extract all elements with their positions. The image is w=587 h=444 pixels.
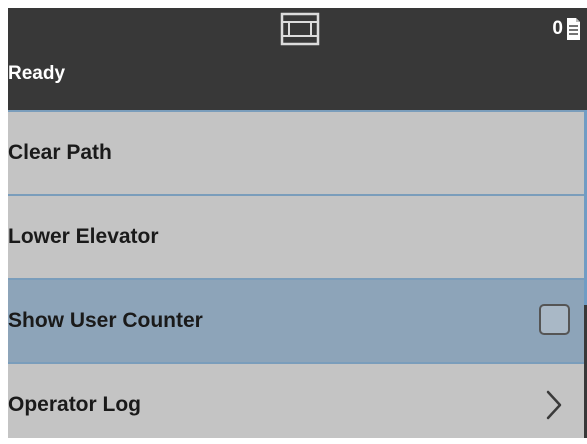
document-icon (567, 18, 580, 40)
menu-item-label: Show User Counter (8, 309, 203, 332)
page-counter-value: 0 (552, 18, 563, 39)
scanner-screen: 0 Ready Clear Path Lower Elevator Show U… (8, 8, 587, 438)
menu-item-show-user-counter[interactable]: Show User Counter (8, 278, 584, 362)
chevron-right-icon (546, 390, 562, 420)
menu-item-lower-elevator[interactable]: Lower Elevator (8, 194, 584, 278)
status-bar: 0 Ready (8, 8, 587, 110)
menu-item-label: Operator Log (8, 393, 142, 416)
menu-item-clear-path[interactable]: Clear Path (8, 110, 584, 194)
menu-item-label: Clear Path (8, 141, 112, 164)
menu-item-operator-log[interactable]: Operator Log (8, 362, 584, 438)
show-user-counter-checkbox[interactable] (539, 304, 570, 335)
menu-list: Clear Path Lower Elevator Show User Coun… (8, 110, 587, 438)
scanner-icon (280, 12, 320, 46)
menu-item-label: Lower Elevator (8, 225, 159, 248)
status-text: Ready (8, 63, 66, 84)
page-counter: 0 (552, 14, 581, 44)
